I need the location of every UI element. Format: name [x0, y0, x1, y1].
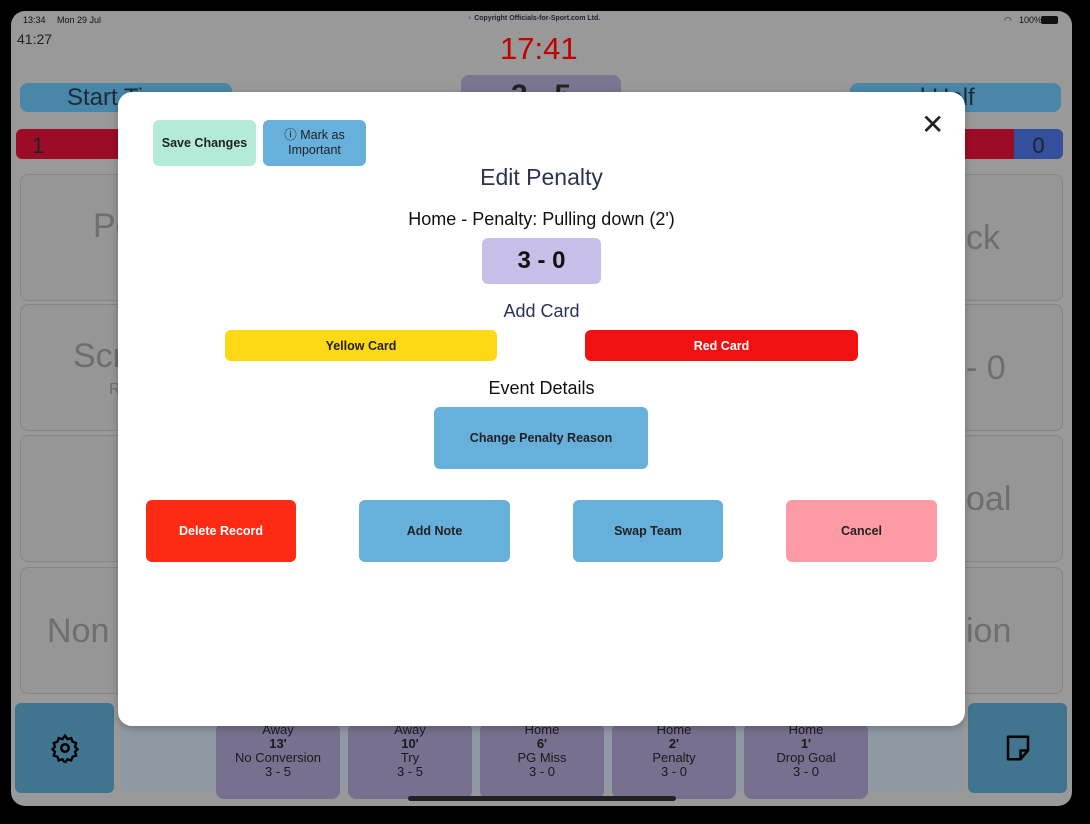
- gear-icon: [50, 733, 79, 763]
- status-time: 13:34: [23, 15, 46, 25]
- info-icon: ⓘ: [284, 128, 297, 142]
- event-details-heading: Event Details: [488, 378, 595, 398]
- cancel-button[interactable]: Cancel: [786, 500, 937, 562]
- edit-penalty-modal: Save Changes ⓘ Mark as Important ✕ Edit …: [118, 92, 965, 726]
- penalty-score: 3 - 0: [482, 238, 601, 284]
- penalty-description: Home - Penalty: Pulling down (2'): [408, 209, 675, 229]
- notes-button[interactable]: [968, 703, 1067, 793]
- battery-icon: [1041, 16, 1058, 24]
- timeline-card[interactable]: Home 1' Drop Goal 3 - 0: [744, 723, 868, 799]
- status-date: Mon 29 Jul: [57, 15, 102, 25]
- swap-team-button[interactable]: Swap Team: [573, 500, 723, 562]
- wifi-icon: ◠: [1004, 15, 1012, 25]
- timeline-card[interactable]: Away 10' Try 3 - 5: [348, 723, 472, 799]
- save-changes-button[interactable]: Save Changes: [153, 120, 256, 166]
- mark-important-button[interactable]: ⓘ Mark as Important: [263, 120, 366, 166]
- timeline-card[interactable]: Home 6' PG Miss 3 - 0: [480, 723, 604, 799]
- modal-title: Edit Penalty: [480, 164, 603, 190]
- red-card-button[interactable]: Red Card: [585, 330, 858, 361]
- battery-level: 100%: [1019, 15, 1043, 25]
- settings-button[interactable]: [15, 703, 114, 793]
- timeline-card[interactable]: Home 2' Penalty 3 - 0: [612, 723, 736, 799]
- away-count: 0: [1014, 129, 1063, 159]
- elapsed-time: 41:27: [17, 31, 53, 47]
- add-card-heading: Add Card: [503, 301, 580, 321]
- timeline-card[interactable]: Away 13' No Conversion 3 - 5: [216, 723, 340, 799]
- delete-record-button[interactable]: Delete Record: [146, 500, 296, 562]
- logo-icon: ♆: [467, 15, 473, 22]
- match-clock: 17:41: [500, 31, 578, 66]
- home-indicator: [408, 796, 676, 801]
- sticky-note-icon: [1006, 735, 1029, 761]
- yellow-card-button[interactable]: Yellow Card: [225, 330, 497, 361]
- change-penalty-reason-button[interactable]: Change Penalty Reason: [434, 407, 648, 469]
- add-note-button[interactable]: Add Note: [359, 500, 510, 562]
- close-icon[interactable]: ✕: [921, 108, 944, 141]
- copyright-logo: ♆ Copyright Officials-for-Sport.com Ltd.: [467, 15, 601, 22]
